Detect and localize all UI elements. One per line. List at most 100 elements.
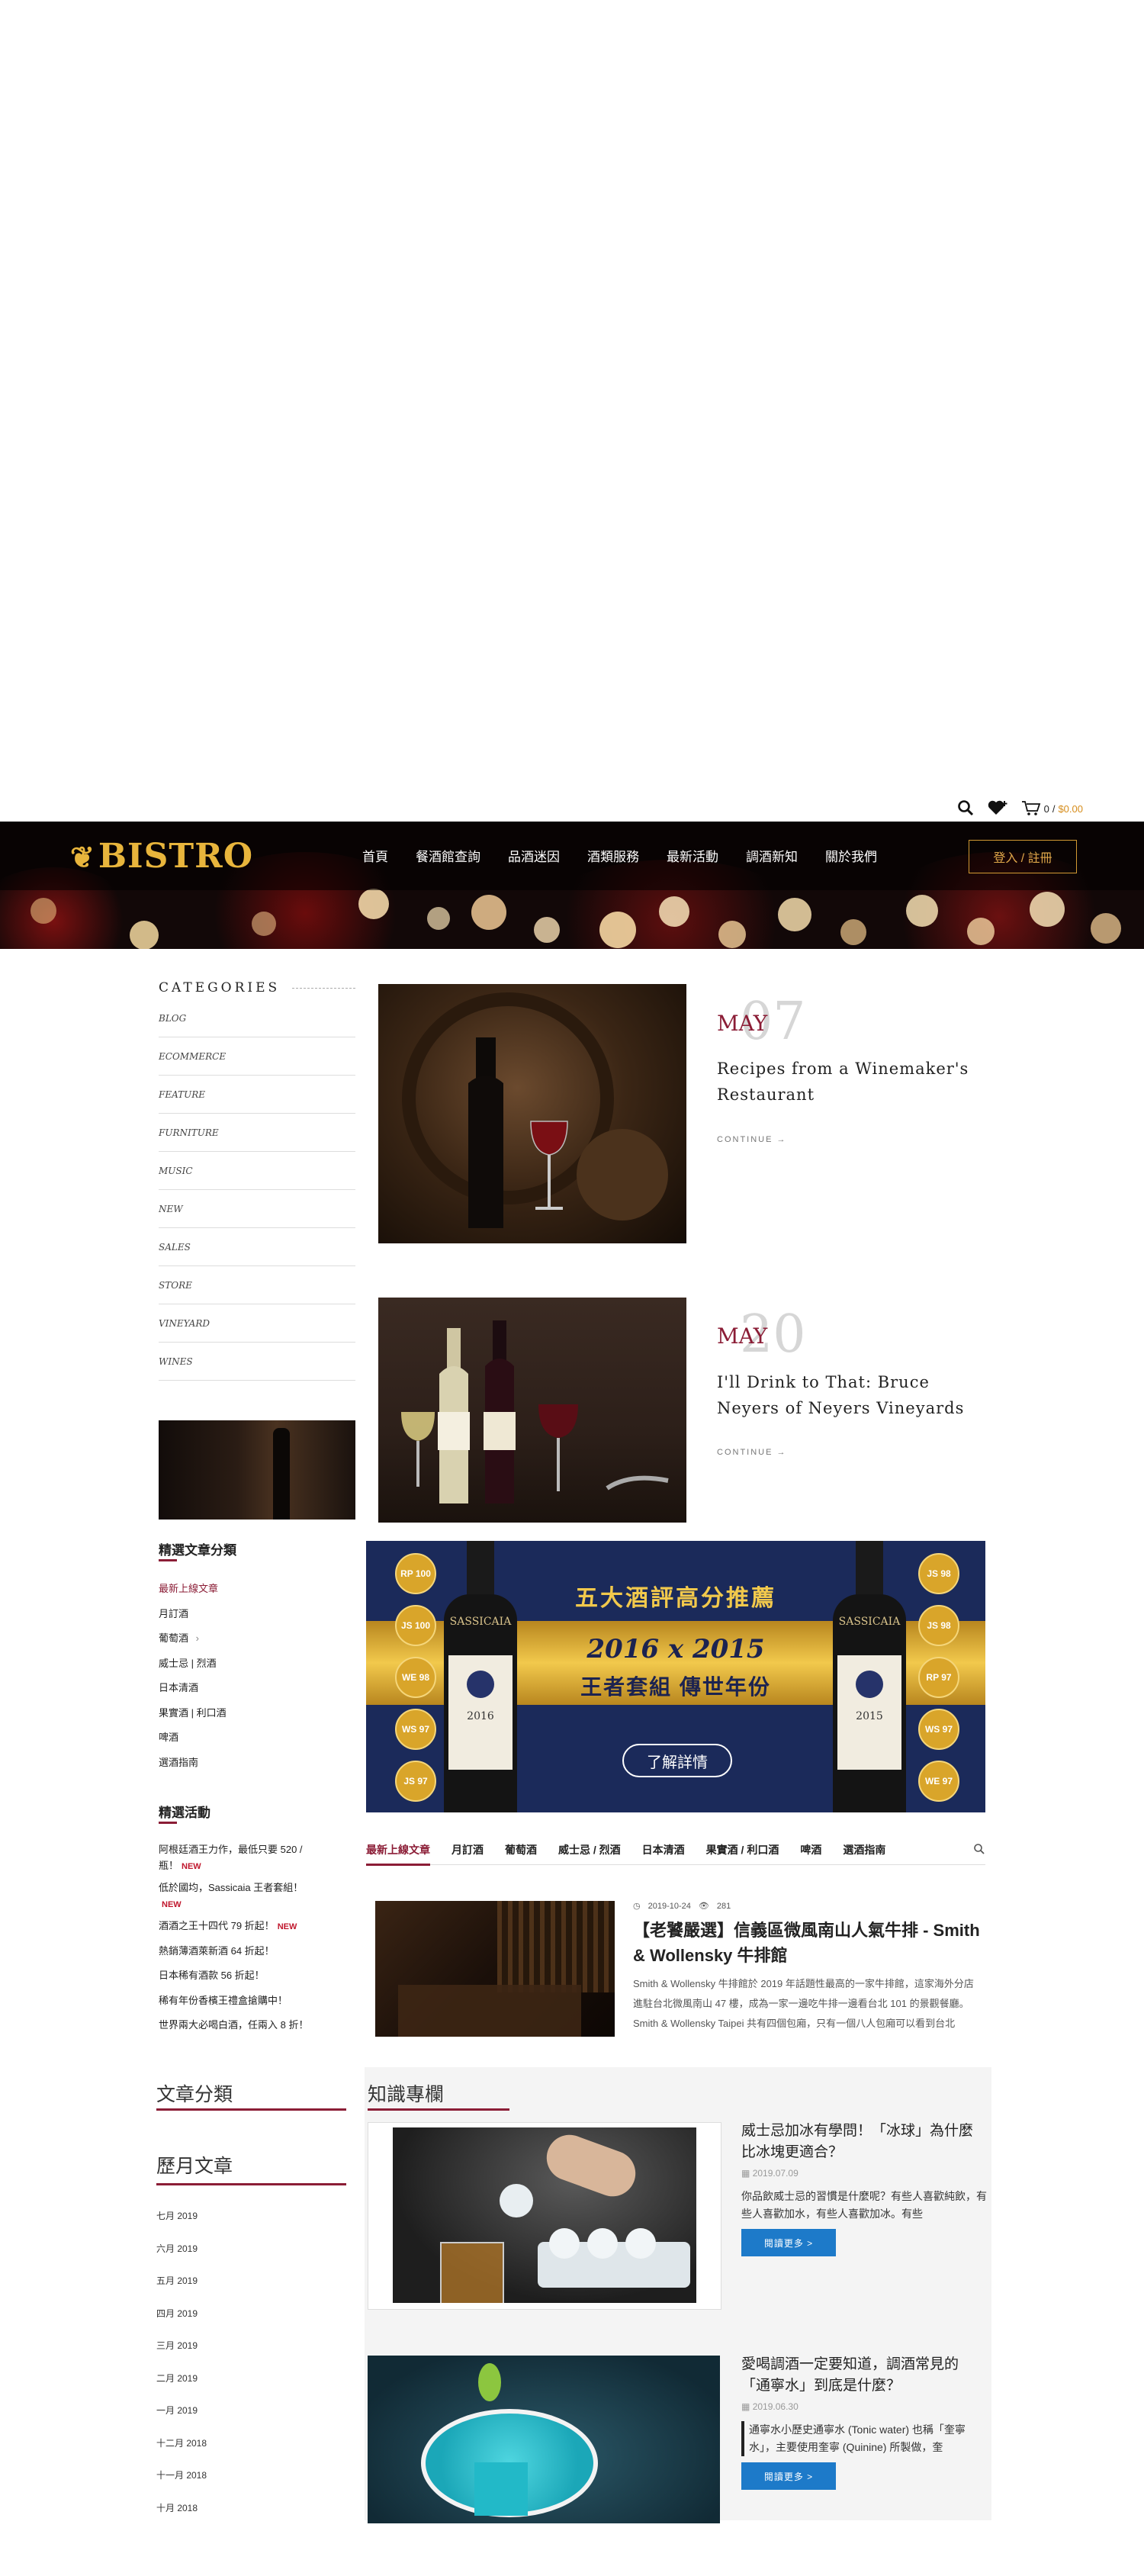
search-icon[interactable] (957, 799, 974, 818)
wine-bottles-illustration (401, 1320, 669, 1503)
cart-separator: / (1052, 802, 1056, 815)
banner-headline: 五大酒評高分推薦 (575, 1586, 776, 1611)
category-wines[interactable]: WINES (159, 1343, 355, 1381)
event-item[interactable]: 世界兩大必喝白酒，任兩入 8 折！ (159, 2017, 319, 2042)
featured-categories-heading: 精選文章分類 (159, 1543, 236, 1558)
menu-item-services[interactable]: 酒類服務 (587, 846, 639, 865)
category-ecommerce[interactable]: ECOMMERCE (159, 1037, 355, 1076)
new-badge: NEW (182, 1862, 201, 1871)
score-badge: WS 97 (395, 1709, 436, 1750)
archive-month[interactable]: 十月 2018 (156, 2501, 207, 2534)
knowledge-2-title[interactable]: 愛喝調酒一定要知道，調酒常見的「通寧水」到底是什麼？ (741, 2354, 987, 2397)
tab-monthly[interactable]: 月訂酒 (451, 1842, 484, 1857)
post-2-continue-link[interactable]: CONTINUE → (717, 1448, 787, 1457)
event-item[interactable]: 酒酒之王十四代 79 折起！ NEW (159, 1918, 319, 1943)
knowledge-2-read-more-button[interactable]: 閱讀更多 > (741, 2462, 836, 2490)
tab-search-icon[interactable] (973, 1843, 985, 1857)
event-item[interactable]: 日本稀有酒款 56 折起！ (159, 1967, 319, 1992)
tab-guide[interactable]: 選酒指南 (843, 1842, 885, 1857)
wishlist-icon[interactable] (988, 799, 1007, 818)
category-feature[interactable]: FEATURE (159, 1076, 355, 1114)
promo-banner[interactable]: RP 100 JS 100 WE 98 WS 97 JS 97 SASSICAI… (366, 1541, 985, 1812)
cart-count: 0 (1043, 802, 1049, 815)
archive-month[interactable]: 十二月 2018 (156, 2436, 207, 2469)
clock-icon: ◷ (633, 1902, 641, 1911)
menu-item-cocktail-news[interactable]: 調酒新知 (746, 846, 798, 865)
post-1-continue-link[interactable]: CONTINUE → (717, 1135, 787, 1144)
post-1-image[interactable] (378, 984, 686, 1243)
menu-item-wine-meme[interactable]: 品酒迷因 (508, 846, 560, 865)
menu-item-bistro-search[interactable]: 餐酒館查詢 (416, 846, 480, 865)
menu-item-about[interactable]: 關於我們 (825, 846, 877, 865)
featured-cat-whisky[interactable]: 威士忌 | 烈酒 (159, 1655, 227, 1680)
event-item[interactable]: 稀有年份香檳王禮盒搶購中！ (159, 1992, 319, 2018)
score-badge: JS 98 (918, 1553, 959, 1594)
article-tabs: 最新上線文章 月訂酒 葡萄酒 威士忌 / 烈酒 日本清酒 果實酒 / 利口酒 啤… (366, 1835, 985, 1866)
post-1-month: MAY (717, 1011, 768, 1036)
site-logo[interactable]: ❦BISTRO (70, 837, 253, 876)
event-item[interactable]: 阿根廷酒王力作，最低只要 520 / 瓶！ NEW (159, 1841, 319, 1880)
featured-cat-wine[interactable]: 葡萄酒 › (159, 1630, 227, 1655)
featured-cat-beer[interactable]: 啤酒 (159, 1729, 227, 1754)
tab-whisky[interactable]: 威士忌 / 烈酒 (558, 1842, 621, 1857)
categories-list: BLOG ECOMMERCE FEATURE FURNITURE MUSIC N… (159, 999, 355, 1381)
menu-item-events[interactable]: 最新活動 (667, 846, 718, 865)
eye-icon: 👁 (698, 1902, 709, 1911)
featured-cat-latest[interactable]: 最新上線文章 (159, 1581, 227, 1606)
featured-cat-monthly[interactable]: 月訂酒 (159, 1606, 227, 1631)
menu-item-home[interactable]: 首頁 (362, 846, 388, 865)
article-image[interactable] (375, 1901, 615, 2037)
main-menu: 首頁 餐酒館查詢 品酒迷因 酒類服務 最新活動 調酒新知 關於我們 (362, 846, 877, 865)
cart-link[interactable]: 0 / $0.00 (1021, 799, 1083, 818)
post-2-image[interactable] (378, 1298, 686, 1523)
archive-month[interactable]: 二月 2019 (156, 2372, 207, 2404)
tab-liqueur[interactable]: 果實酒 / 利口酒 (706, 1842, 779, 1857)
tab-sake[interactable]: 日本清酒 (642, 1842, 685, 1857)
category-store[interactable]: STORE (159, 1266, 355, 1304)
knowledge-2-image[interactable] (368, 2356, 720, 2523)
category-furniture[interactable]: FURNITURE (159, 1114, 355, 1152)
category-blog[interactable]: BLOG (159, 999, 355, 1037)
category-vineyard[interactable]: VINEYARD (159, 1304, 355, 1343)
arrow-right-icon: → (776, 1135, 787, 1144)
featured-cat-sake[interactable]: 日本清酒 (159, 1680, 227, 1705)
tab-latest[interactable]: 最新上線文章 (366, 1842, 430, 1866)
archive-month[interactable]: 三月 2019 (156, 2339, 207, 2372)
category-sales[interactable]: SALES (159, 1228, 355, 1266)
archive-month[interactable]: 七月 2019 (156, 2209, 207, 2242)
article-views: 281 (716, 1901, 731, 1911)
archive-month[interactable]: 五月 2019 (156, 2274, 207, 2307)
article-title[interactable]: 【老饕嚴選】信義區微風南山人氣牛排 - Smith & Wollensky 牛排… (633, 1918, 984, 1968)
featured-cat-liqueur[interactable]: 果實酒 | 利口酒 (159, 1705, 227, 1730)
archive-month[interactable]: 一月 2019 (156, 2404, 207, 2436)
banner-cta-button[interactable]: 了解詳情 (622, 1744, 732, 1777)
knowledge-1-excerpt: 你品飲威士忌的習慣是什麼呢？有些人喜歡純飲，有些人喜歡加水，有些人喜歡加冰。有些 (741, 2190, 987, 2220)
bottle-left: SASSICAIA 2016 (444, 1541, 517, 1812)
archive-month[interactable]: 十一月 2018 (156, 2468, 207, 2501)
wine-barrel-illustration (402, 992, 668, 1228)
category-new[interactable]: NEW (159, 1190, 355, 1228)
knowledge-2-excerpt: 通寧水小歷史通寧水 (Tonic water) 也稱「奎寧水」，主要使用奎寧 (… (741, 2421, 987, 2456)
archive-month[interactable]: 四月 2019 (156, 2307, 207, 2340)
login-register-button[interactable]: 登入 / 註冊 (969, 840, 1077, 873)
knowledge-2-date: ▦ 2019.06.30 (741, 2401, 799, 2412)
bottle-year: 2015 (856, 1710, 883, 1722)
tab-beer[interactable]: 啤酒 (800, 1842, 821, 1857)
knowledge-1-image[interactable] (368, 2122, 721, 2310)
category-music[interactable]: MUSIC (159, 1152, 355, 1190)
featured-events-list: 阿根廷酒王力作，最低只要 520 / 瓶！ NEW 低於國均，Sassicaia … (159, 1841, 319, 2042)
banner-years: 2016 x 2015 (586, 1634, 765, 1664)
section-underline (368, 2108, 509, 2111)
knowledge-1-title[interactable]: 威士忌加冰有學問！「冰球」為什麼比冰塊更適合？ (741, 2121, 987, 2163)
post-2-title[interactable]: I'll Drink to That: Bruce Neyers of Neye… (717, 1369, 991, 1421)
article-excerpt: Smith & Wollensky 牛排館於 2019 年話題性最高的一家牛排館… (633, 1978, 974, 2029)
knowledge-1-read-more-button[interactable]: 閱讀更多 > (741, 2229, 836, 2256)
archive-month[interactable]: 六月 2019 (156, 2242, 207, 2275)
sidebar-promo-image[interactable] (159, 1420, 355, 1520)
event-item[interactable]: 低於國均，Sassicaia 王者套組！NEW (159, 1880, 319, 1918)
featured-cat-guide[interactable]: 選酒指南 (159, 1754, 227, 1780)
post-1-title[interactable]: Recipes from a Winemaker's Restaurant (717, 1056, 991, 1108)
site-header: ❦BISTRO 首頁 餐酒館查詢 品酒迷因 酒類服務 最新活動 調酒新知 關於我… (0, 822, 1144, 949)
event-item[interactable]: 熱銷薄酒萊新酒 64 折起！ (159, 1943, 319, 1968)
tab-wine[interactable]: 葡萄酒 (505, 1842, 537, 1857)
